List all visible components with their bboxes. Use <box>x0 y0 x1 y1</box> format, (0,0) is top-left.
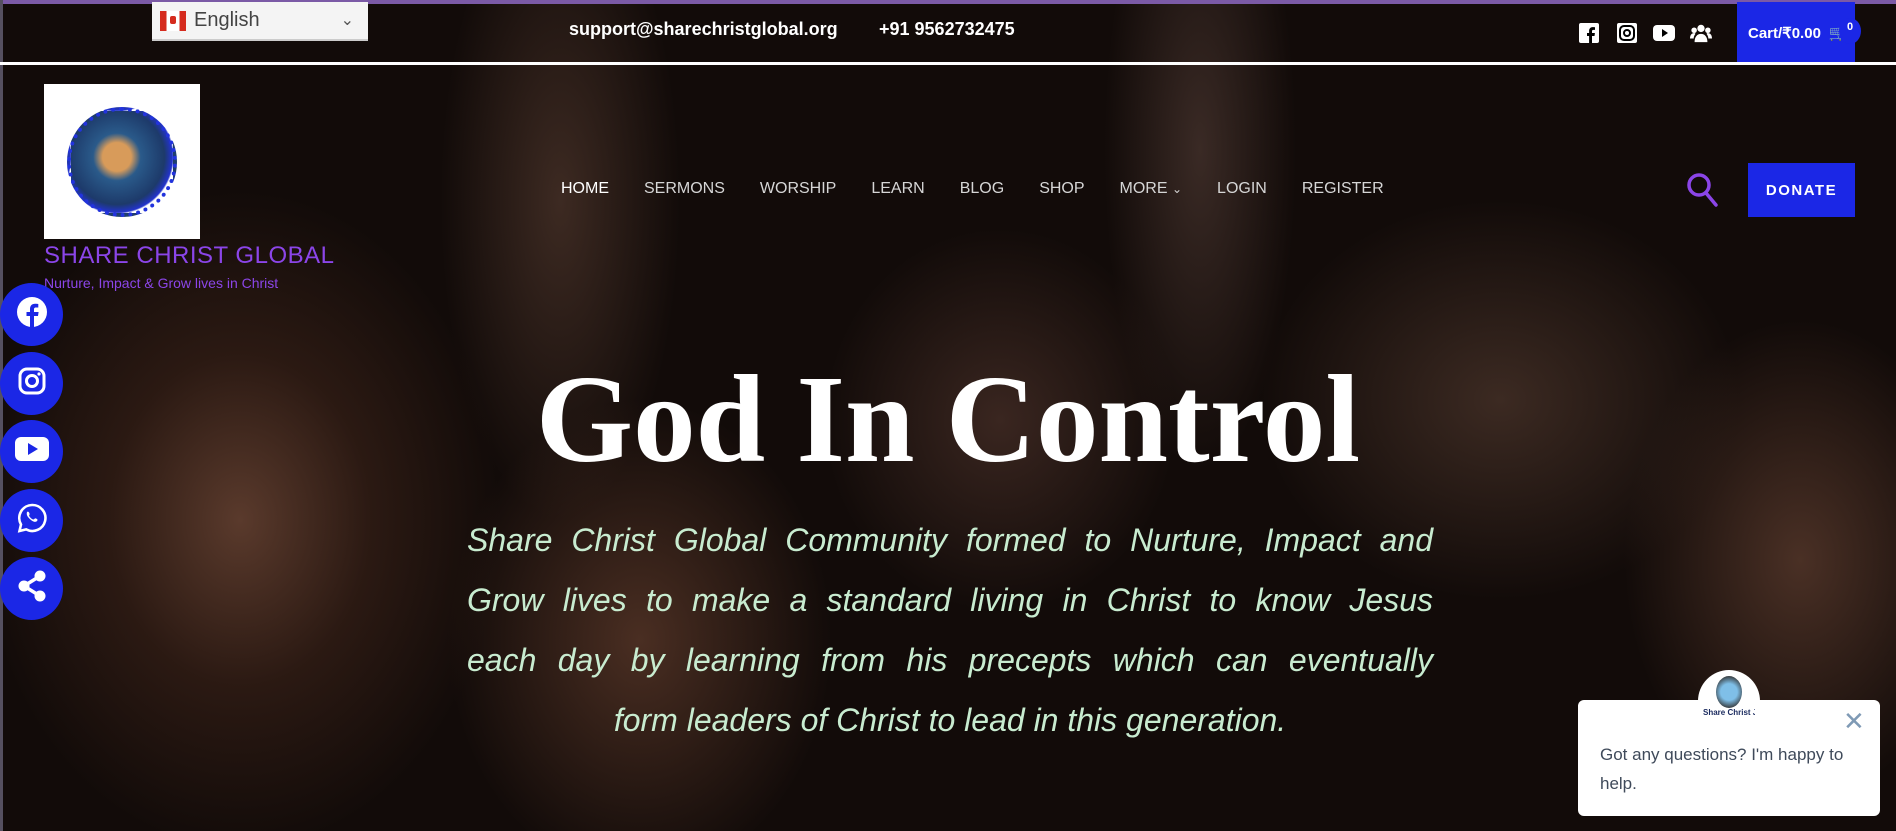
hero-description-line: form leaders of Christ to lead in this g… <box>613 702 1287 738</box>
nav-login[interactable]: LOGIN <box>1217 180 1267 198</box>
nav-worship[interactable]: WORSHIP <box>760 180 836 198</box>
globe-logo-icon <box>67 106 177 217</box>
hero-description-line: Share Christ Global Community formed to … <box>467 522 1433 558</box>
float-share-button[interactable] <box>0 557 63 620</box>
nav-blog[interactable]: BLOG <box>960 180 1004 198</box>
facebook-icon <box>16 296 48 333</box>
nav-more-label: MORE <box>1119 180 1168 197</box>
nav-shop[interactable]: SHOP <box>1039 180 1084 198</box>
facebook-square-icon[interactable] <box>1578 22 1600 44</box>
share-icon <box>17 570 47 607</box>
hero-description-line: Grow lives to make a standard living in … <box>467 582 1433 618</box>
users-icon[interactable] <box>1690 22 1712 44</box>
language-label: English <box>194 9 260 31</box>
cart-button[interactable]: Cart/₹0.00 🛒 0 <box>1737 2 1861 63</box>
youtube-icon[interactable] <box>1653 22 1675 44</box>
phone-link[interactable]: +91 9562732475 <box>879 19 1015 40</box>
donate-button[interactable]: DONATE <box>1748 163 1855 217</box>
support-email-link[interactable]: support@sharechristglobal.org <box>569 19 838 40</box>
hero-description-line: each day by learning from his precepts w… <box>467 642 1433 678</box>
site-title[interactable]: SHARE CHRIST GLOBAL <box>44 242 334 270</box>
language-selector[interactable]: English ⌄ <box>152 2 368 41</box>
cart-total: Cart/₹0.00 <box>1748 24 1821 42</box>
chevron-down-icon: ⌄ <box>340 12 354 29</box>
site-tagline: Nurture, Impact & Grow lives in Christ <box>44 275 279 291</box>
nav-sermons[interactable]: SERMONS <box>644 180 725 198</box>
header-divider <box>0 62 1896 65</box>
float-whatsapp-button[interactable] <box>0 489 63 552</box>
chat-avatar[interactable]: Share Christ Jesus <box>1698 670 1760 732</box>
whatsapp-icon <box>17 503 47 538</box>
nav-home[interactable]: HOME <box>561 180 609 198</box>
nav-learn[interactable]: LEARN <box>871 180 924 198</box>
cart-count-badge: 0 <box>1839 18 1861 44</box>
instagram-icon[interactable] <box>1616 22 1638 44</box>
nav-more[interactable]: MORE ⌄ <box>1120 180 1183 198</box>
close-icon[interactable]: ✕ <box>1843 708 1865 734</box>
nav-register[interactable]: REGISTER <box>1302 180 1384 198</box>
float-facebook-button[interactable] <box>0 283 63 346</box>
search-icon[interactable] <box>1686 172 1718 208</box>
chat-message: Got any questions? I'm happy to help. <box>1600 745 1844 793</box>
chat-avatar-text: Share Christ Jesus <box>1703 708 1755 717</box>
chevron-down-icon: ⌄ <box>1171 182 1183 196</box>
hero-description: Share Christ Global Community formed to … <box>467 510 1433 750</box>
hero-title: God In Control <box>535 351 1361 489</box>
main-nav: HOME SERMONS WORSHIP LEARN BLOG SHOP MOR… <box>561 180 1384 198</box>
globe-avatar-icon <box>1716 676 1742 708</box>
canada-flag-icon <box>160 10 186 31</box>
site-logo[interactable] <box>44 84 200 239</box>
